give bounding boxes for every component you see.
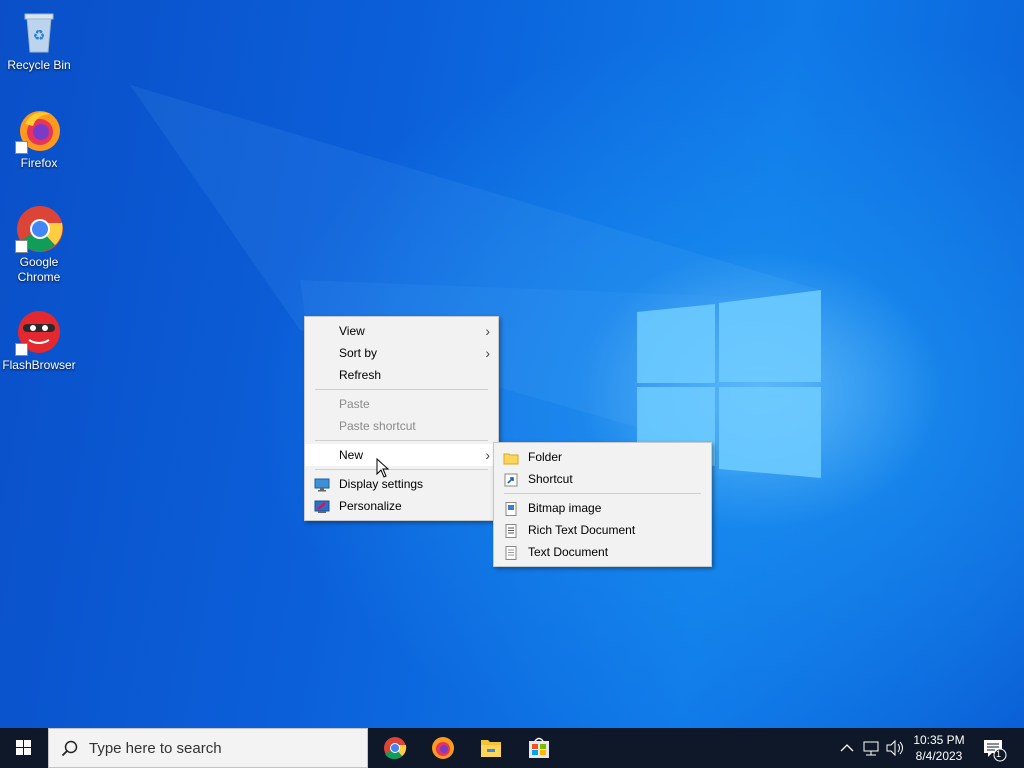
menu-item-refresh[interactable]: Refresh — [305, 364, 498, 386]
clock-date: 8/4/2023 — [915, 749, 963, 763]
submenu-item-shortcut[interactable]: Shortcut — [494, 468, 711, 490]
menu-item-label: Shortcut — [528, 472, 573, 486]
windows-logo-icon — [16, 740, 31, 755]
taskbar-firefox[interactable] — [420, 728, 466, 768]
search-icon — [61, 740, 78, 757]
taskbar-store[interactable] — [516, 728, 562, 768]
menu-item-display-settings[interactable]: Display settings — [305, 473, 498, 495]
desktop-icon-label: Firefox — [20, 156, 58, 170]
chevron-right-icon: › — [485, 323, 490, 339]
clock-time: 10:35 PM — [913, 733, 965, 747]
wallpaper-beams — [130, 85, 821, 500]
display-settings-icon — [314, 477, 330, 492]
clock[interactable]: 10:35 PM 8/4/2023 — [906, 728, 972, 768]
menu-item-label: Sort by — [339, 346, 378, 360]
desktop-icon-label: FlashBrowser — [2, 358, 76, 372]
submenu-item-text-document[interactable]: Text Document — [494, 541, 711, 563]
menu-separator — [315, 469, 488, 470]
menu-item-label: Refresh — [339, 368, 382, 382]
folder-icon — [503, 450, 519, 465]
desktop[interactable]: ♻ Recycle Bin Firefox Google Chrome Flas… — [0, 0, 1024, 728]
menu-item-label: Rich Text Document — [528, 523, 636, 537]
menu-item-label: View — [339, 324, 365, 338]
rich-text-icon — [503, 523, 519, 538]
menu-separator — [315, 389, 488, 390]
shortcut-icon — [503, 472, 519, 487]
submenu-item-bitmap-image[interactable]: Bitmap image — [494, 497, 711, 519]
chevron-right-icon: › — [485, 345, 490, 361]
shortcut-arrow-icon — [15, 240, 28, 253]
menu-separator — [315, 440, 488, 441]
bitmap-icon — [503, 501, 519, 516]
volume-icon — [886, 739, 903, 757]
menu-item-label: New — [339, 448, 364, 462]
taskbar-file-explorer[interactable] — [468, 728, 514, 768]
start-button[interactable] — [0, 728, 48, 768]
taskbar-chrome[interactable] — [372, 728, 418, 768]
store-icon — [529, 737, 549, 758]
taskbar: Type here to search 10:35 PM 8/4/2023 1 — [0, 728, 1024, 768]
submenu-item-rich-text-document[interactable]: Rich Text Document — [494, 519, 711, 541]
menu-item-label: Paste — [339, 397, 370, 411]
svg-text:♻: ♻ — [33, 27, 46, 43]
menu-item-label: Folder — [528, 450, 563, 464]
desktop-icon-recycle-bin[interactable]: ♻ Recycle Bin — [2, 8, 76, 73]
show-hidden-icons-button[interactable] — [836, 728, 858, 768]
recycle-bin-icon: ♻ — [15, 8, 63, 56]
chrome-icon — [15, 205, 63, 253]
search-placeholder: Type here to search — [89, 740, 222, 757]
menu-item-view[interactable]: View › — [305, 320, 498, 342]
menu-item-new[interactable]: New › — [305, 444, 498, 466]
menu-item-label: Paste shortcut — [339, 419, 416, 433]
chevron-up-icon — [840, 744, 854, 752]
notifications-icon — [984, 740, 1007, 762]
menu-item-personalize[interactable]: Personalize — [305, 495, 498, 517]
menu-item-label: Personalize — [339, 499, 402, 513]
menu-item-label: Display settings — [339, 477, 424, 491]
personalize-icon — [314, 499, 330, 513]
desktop-icon-label: Recycle Bin — [7, 58, 71, 72]
volume-button[interactable] — [884, 728, 906, 768]
desktop-icon-firefox[interactable]: Firefox — [2, 106, 76, 171]
network-icon — [863, 741, 879, 756]
shortcut-arrow-icon — [15, 141, 28, 154]
firefox-icon — [432, 737, 454, 759]
chrome-icon — [384, 737, 407, 760]
shortcut-arrow-icon — [15, 343, 28, 356]
new-submenu: Folder Shortcut Bitmap image Rich Text D… — [493, 442, 712, 567]
file-explorer-icon — [481, 740, 501, 757]
menu-item-label: Bitmap image — [528, 501, 602, 515]
text-document-icon — [503, 545, 519, 560]
menu-item-paste[interactable]: Paste — [305, 393, 498, 415]
menu-item-paste-shortcut[interactable]: Paste shortcut — [305, 415, 498, 437]
notification-count: 1 — [996, 749, 1002, 759]
desktop-context-menu: View › Sort by › Refresh Paste Paste sho… — [304, 316, 499, 521]
search-box[interactable]: Type here to search — [48, 728, 368, 768]
desktop-icon-flashbrowser[interactable]: FlashBrowser — [2, 308, 76, 373]
chevron-right-icon: › — [485, 447, 490, 463]
desktop-icon-google-chrome[interactable]: Google Chrome — [2, 205, 76, 285]
desktop-icon-label-line2: Chrome — [17, 270, 61, 284]
menu-item-sort-by[interactable]: Sort by › — [305, 342, 498, 364]
menu-item-label: Text Document — [528, 545, 609, 559]
flashbrowser-icon — [15, 308, 63, 356]
submenu-item-folder[interactable]: Folder — [494, 446, 711, 468]
desktop-icon-label-line1: Google — [19, 255, 59, 269]
menu-separator — [504, 493, 701, 494]
firefox-icon — [15, 106, 63, 154]
action-center-button[interactable]: 1 — [976, 728, 1020, 768]
network-button[interactable] — [860, 728, 882, 768]
